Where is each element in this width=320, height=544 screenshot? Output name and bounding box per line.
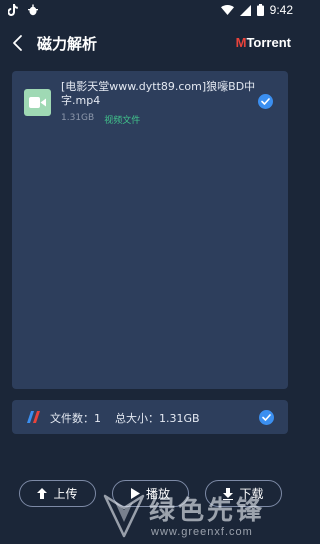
play-button[interactable]: 播放 (112, 480, 189, 507)
status-right-icons: 9:42 (220, 2, 293, 18)
brand-prefix: M (235, 35, 247, 50)
checkmark-icon (262, 414, 271, 421)
signal-icon (239, 4, 251, 16)
summary-text: 文件数：1 总大小：1.31GB (50, 412, 200, 425)
play-icon (130, 488, 140, 499)
battery-icon (256, 4, 264, 16)
page-title: 磁力解析 (37, 35, 98, 53)
download-button[interactable]: 下载 (205, 480, 282, 507)
status-time: 9:42 (269, 3, 293, 17)
file-name: [电影天堂www.dytt89.com]狼嚎BD中字.mp4 (61, 80, 256, 107)
brand-suffix: Torrent (246, 35, 291, 50)
file-size: 1.31GB (61, 113, 95, 123)
file-list-panel: [电影天堂www.dytt89.com]狼嚎BD中字.mp4 1.31GB 视频… (12, 71, 288, 389)
file-list-item[interactable]: [电影天堂www.dytt89.com]狼嚎BD中字.mp4 1.31GB 视频… (12, 71, 288, 133)
app-stripes-icon (27, 411, 40, 423)
wifi-icon (220, 5, 234, 15)
file-type: 视频文件 (104, 116, 141, 126)
app-header: 磁力解析 MTorrent (0, 22, 301, 66)
status-left-icons (8, 2, 39, 18)
file-checkbox[interactable] (258, 94, 273, 109)
select-all-checkbox[interactable] (259, 410, 274, 425)
bug-notification-icon (28, 4, 38, 16)
file-meta: 1.31GB 视频文件 (61, 113, 140, 126)
summary-bar: 文件数：1 总大小：1.31GB (12, 400, 288, 434)
download-icon (223, 487, 234, 500)
tiktok-icon (8, 4, 18, 16)
watermark-url: www.greenxf.com (151, 526, 253, 538)
video-camera-icon (24, 89, 51, 116)
chevron-left-icon[interactable] (8, 32, 28, 54)
upload-button[interactable]: 上传 (19, 480, 96, 507)
download-button-label: 下载 (239, 487, 264, 501)
checkmark-icon (261, 98, 270, 105)
brand-logo: MTorrent (236, 35, 291, 50)
arrow-up-icon (37, 488, 48, 499)
upload-button-label: 上传 (53, 487, 78, 501)
play-button-label: 播放 (145, 487, 170, 501)
status-bar: 9:42 (0, 0, 301, 20)
